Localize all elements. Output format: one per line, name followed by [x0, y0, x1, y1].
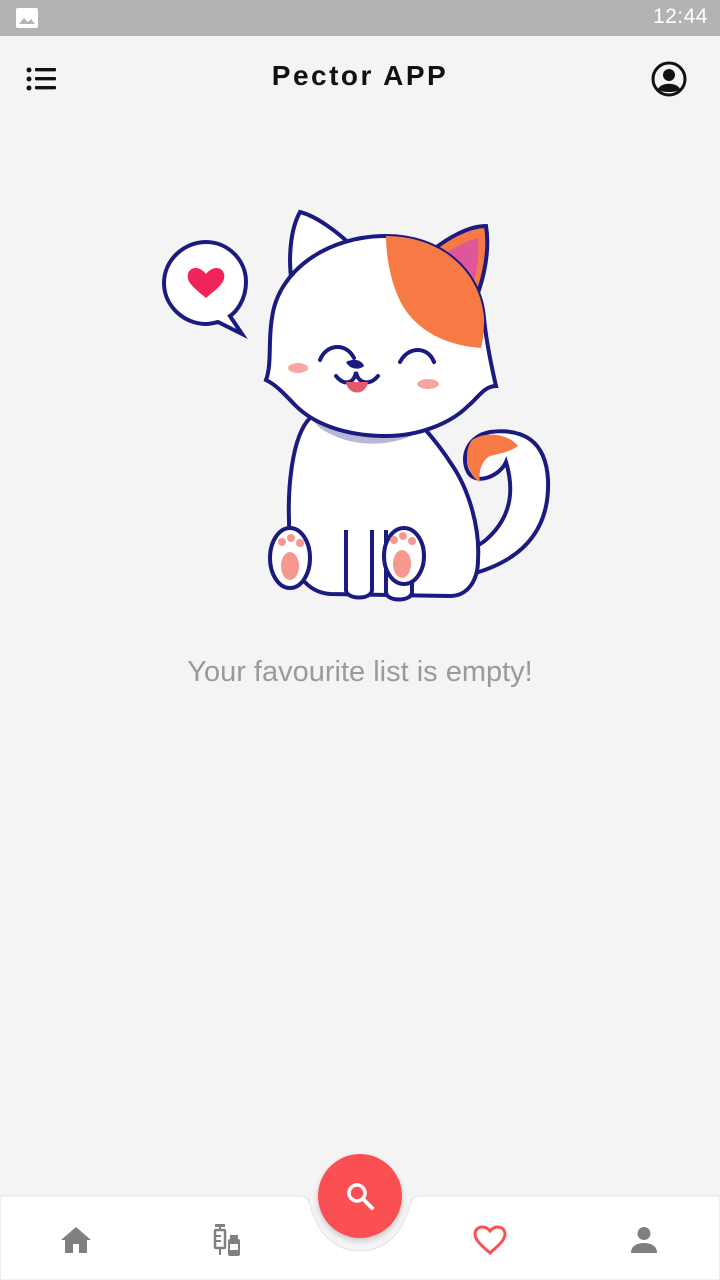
- search-icon: [347, 1183, 374, 1210]
- search-fab-button[interactable]: [318, 1154, 402, 1238]
- speech-bubble: [161, 239, 249, 340]
- nav-favourites[interactable]: [460, 1217, 520, 1263]
- cat-with-heart-illustration: [161, 209, 551, 602]
- favourites-screen: 12:44 Pector APP Your favourite list is …: [0, 0, 720, 1280]
- status-bar: 12:44: [0, 0, 720, 36]
- account-circle-icon[interactable]: [650, 60, 688, 98]
- heart-icon: [473, 1225, 507, 1255]
- status-time: 12:44: [652, 5, 708, 28]
- home-icon: [61, 1227, 91, 1253]
- vaccine-icon: [213, 1224, 240, 1256]
- nav-profile[interactable]: [614, 1217, 674, 1263]
- app-title: Pector APP: [271, 60, 449, 91]
- app-bar: Pector APP: [0, 36, 720, 120]
- nav-home[interactable]: [46, 1217, 106, 1263]
- person-icon: [631, 1227, 657, 1253]
- image-icon: [16, 8, 38, 28]
- nav-vaccine[interactable]: [198, 1217, 258, 1263]
- empty-favourites-message: Your favourite list is empty!: [187, 656, 533, 688]
